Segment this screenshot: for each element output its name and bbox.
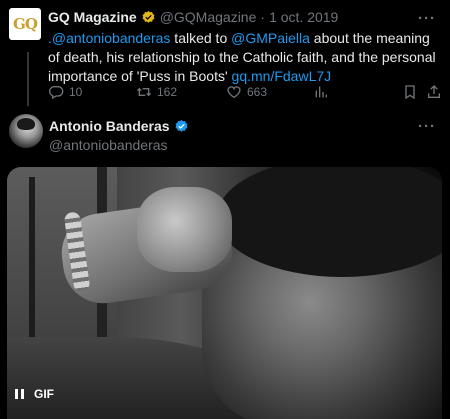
avatar[interactable] xyxy=(9,114,43,148)
tweet-text: .@antoniobanderas talked to @GMPaiella a… xyxy=(48,29,444,86)
author-handle[interactable]: @GQMagazine xyxy=(160,9,257,25)
author-handle[interactable]: @antoniobanderas xyxy=(49,137,168,153)
mention-link[interactable]: .@antoniobanderas xyxy=(48,30,170,46)
share-icon xyxy=(428,85,440,98)
author-name[interactable]: GQ Magazine xyxy=(48,9,137,25)
more-icon[interactable]: ··· xyxy=(418,10,436,27)
pause-icon[interactable] xyxy=(15,389,24,399)
views-icon xyxy=(315,86,327,98)
reply-icon xyxy=(49,86,64,100)
retweet-button[interactable]: 162 xyxy=(136,84,177,100)
bookmark-icon xyxy=(405,85,415,100)
tweet-text-segment: talked to xyxy=(170,30,232,46)
author-name[interactable]: Antonio Banderas xyxy=(49,118,170,134)
gq-avatar[interactable]: GQ xyxy=(9,8,41,40)
retweet-count: 162 xyxy=(157,85,178,99)
tweet-header: GQ Magazine @GQMagazine · 1 oct. 2019 xyxy=(48,9,338,25)
reply-count: 10 xyxy=(69,85,83,99)
action-bar: 10 162 663 xyxy=(48,84,440,104)
reply-button[interactable]: 10 xyxy=(48,84,82,100)
fist xyxy=(137,187,232,272)
gif-badge: GIF xyxy=(34,387,54,401)
views-button[interactable] xyxy=(313,84,329,100)
tweet-date[interactable]: 1 oct. 2019 xyxy=(269,9,338,25)
author-name-row: Antonio Banderas xyxy=(49,118,189,134)
like-button[interactable]: 663 xyxy=(226,84,267,100)
retweet-icon xyxy=(136,87,152,97)
bookmark-button[interactable] xyxy=(402,84,418,100)
gif-media[interactable] xyxy=(7,167,442,419)
separator: · xyxy=(260,9,266,25)
share-button[interactable] xyxy=(426,84,442,100)
gif-controls: GIF xyxy=(15,387,54,401)
like-icon xyxy=(227,86,241,99)
like-count: 663 xyxy=(247,85,268,99)
verified-gold-icon xyxy=(142,10,155,23)
verified-blue-icon xyxy=(175,119,188,132)
mention-link[interactable]: @GMPaiella xyxy=(231,30,310,46)
parent-tweet[interactable]: GQ GQ Magazine @GQMagazine · 1 oct. 2019… xyxy=(0,0,450,106)
thread-line xyxy=(27,52,29,106)
url-link[interactable]: gq.mn/FdawL7J xyxy=(232,68,332,84)
more-icon[interactable]: ··· xyxy=(418,118,436,135)
